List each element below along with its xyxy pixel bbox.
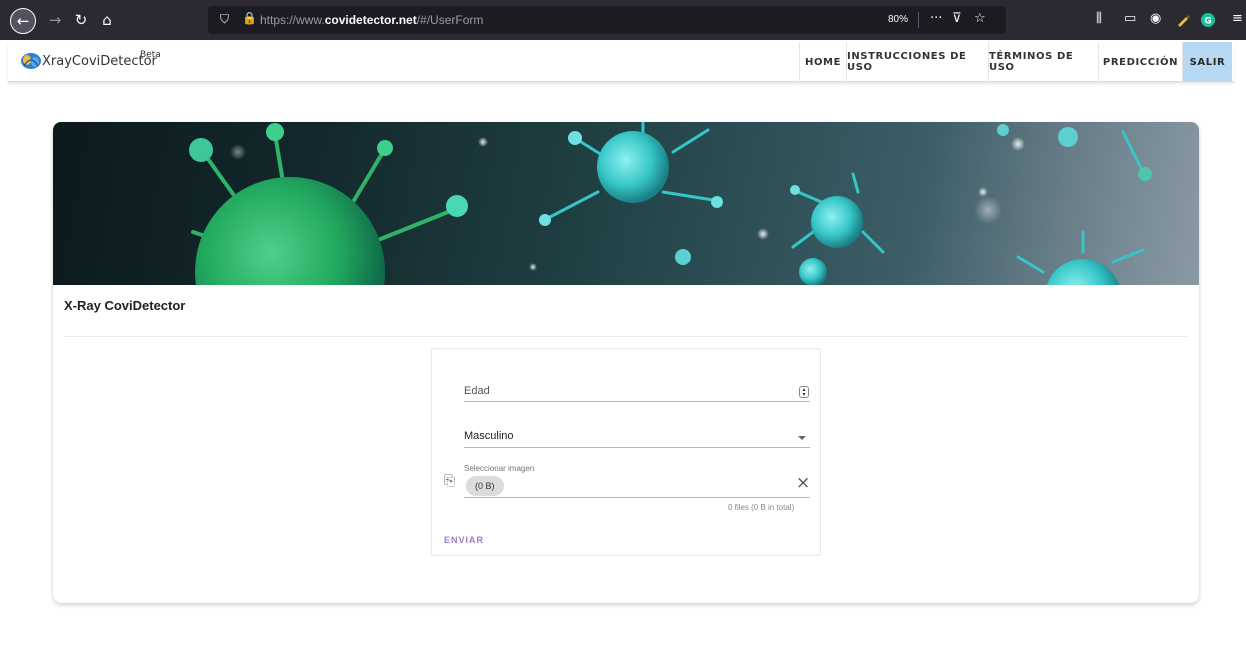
pocket-icon[interactable]: ⊽ [952,11,962,26]
close-icon[interactable]: × [796,473,810,493]
nav-instrucciones[interactable]: INSTRUCCIONES DE USO [846,42,988,82]
arrow-left-icon: ← [16,12,30,30]
account-icon[interactable]: ◉ [1150,11,1161,26]
app-header: XrayCoviDetector Beta HOME INSTRUCCIONES… [8,42,1234,82]
url-text[interactable]: https://www.covidetector.net/#/UserForm [260,13,483,27]
lock-icon[interactable]: 🔒 [242,11,257,25]
sexo-select-value[interactable]: Masculino [464,430,514,442]
title-divider [64,336,1188,337]
more-icon[interactable]: ··· [930,11,942,26]
nav-terminos[interactable]: TÉRMINOS DE USO [988,42,1098,82]
page-title: X-Ray CoviDetector [64,298,186,313]
menu-icon[interactable]: ≡ [1232,11,1243,26]
main-card: X-Ray CoviDetector Edad ▴ ▾ Masculino Sel… [53,122,1199,603]
address-bar[interactable]: ⛉ 🔒 https://www.covidetector.net/#/UserF… [208,6,1006,34]
chevron-down-icon[interactable] [798,436,806,440]
logo-beta-badge: Beta [140,50,161,60]
home-button[interactable]: ⌂ [96,9,118,31]
sexo-select-line[interactable] [464,447,810,448]
arrow-right-icon: → [48,11,62,29]
forward-button[interactable]: → [44,9,66,31]
submit-button[interactable]: ENVIAR [444,535,484,545]
nav-home[interactable]: HOME [799,42,846,82]
library-icon[interactable]: ⫼ [1096,11,1102,26]
svg-text:G: G [1204,17,1211,27]
url-prefix: https://www. [260,13,325,27]
edad-label: Edad [464,385,490,397]
reload-icon: ↻ [74,11,88,29]
home-icon: ⌂ [102,11,112,29]
zoom-level[interactable]: 80% [880,11,916,29]
sidebar-icon[interactable]: ▭ [1124,11,1136,26]
nav-salir[interactable]: SALIR [1182,42,1232,82]
url-path: /#/UserForm [416,13,484,27]
user-form: Edad ▴ ▾ Masculino Seleccionar imagen ⎘ (… [431,348,821,556]
extension-icon[interactable] [1176,13,1190,27]
back-button[interactable]: ← [10,8,36,34]
nav-prediccion[interactable]: PREDICCIÓN [1098,42,1182,82]
paperclip-icon[interactable]: ⎘ [444,473,455,489]
file-chip[interactable]: (0 B) [466,476,504,496]
shield-icon[interactable]: ⛉ [220,12,229,27]
logo-icon[interactable] [20,52,42,70]
star-icon[interactable]: ☆ [974,11,986,26]
grammarly-icon[interactable]: G [1200,12,1216,28]
image-field-label: Seleccionar imagen [464,464,535,473]
virus-banner-image [53,122,1199,285]
edad-input-line[interactable] [464,401,810,402]
files-count: 0 files (0 B in total) [728,503,795,512]
url-separator [918,12,919,28]
edad-stepper[interactable]: ▴ ▾ [799,386,809,398]
image-input-line[interactable] [464,497,810,498]
url-domain: covidetector.net [324,13,417,27]
browser-toolbar: ← → ↻ ⌂ ⛉ 🔒 https://www.covidetector.net… [0,0,1246,40]
reload-button[interactable]: ↻ [70,9,92,31]
